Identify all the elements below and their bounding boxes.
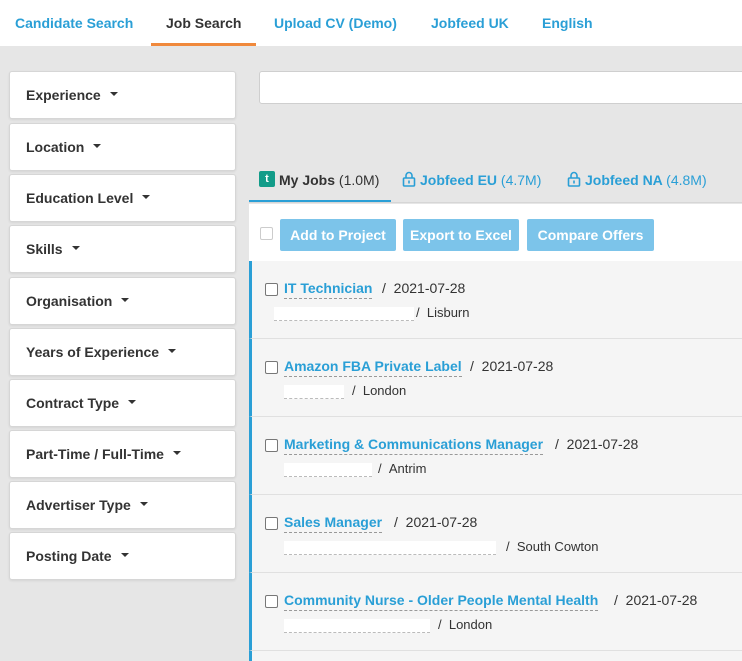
caret-down-icon [120,553,129,558]
lock-icon [402,172,416,188]
lock-icon [567,172,581,188]
filter-contract-type[interactable]: Contract Type [9,379,236,427]
compare-offers-button[interactable]: Compare Offers [527,219,654,251]
filter-posting-date[interactable]: Posting Date [9,532,236,580]
caret-down-icon [109,92,118,97]
job-title-link[interactable]: Marketing & Communications Manager [284,436,544,455]
source-count: (1.0M) [338,172,380,188]
filter-location[interactable]: Location [9,123,236,171]
tab-jobfeed-eu[interactable]: Jobfeed EU (4.7M) [402,160,541,203]
job-row: Community Nurse - Older People Mental He… [249,573,742,651]
job-checkbox[interactable] [265,517,278,530]
filter-label: Location [26,139,85,155]
caret-down-icon [172,451,181,456]
separator: / [382,280,394,296]
separator: / [555,436,567,452]
job-search-input[interactable] [259,71,742,104]
filter-label: Organisation [26,293,113,309]
separator: / [378,461,389,476]
filter-skills[interactable]: Skills [9,225,236,273]
top-navigation: Candidate Search Job Search Upload CV (D… [0,0,742,46]
separator: / [352,383,363,398]
job-checkbox[interactable] [265,439,278,452]
filter-years-of-experience[interactable]: Years of Experience [9,328,236,376]
filter-label: Advertiser Type [26,497,131,513]
source-count: (4.8M) [666,172,707,188]
job-title-link[interactable]: Amazon FBA Private Label [284,358,462,377]
tab-jobfeed-uk[interactable]: Jobfeed UK [431,0,509,46]
caret-down-icon [168,349,177,354]
tab-language-english[interactable]: English [542,0,593,46]
separator: / [394,514,406,530]
separator: / [614,592,626,608]
job-location: London [448,617,493,632]
company-name-redacted [274,307,414,321]
filter-label: Contract Type [26,395,120,411]
separator: / [438,617,449,632]
filter-label: Education Level [26,190,134,206]
filter-label: Experience [26,87,101,103]
filter-advertiser-type[interactable]: Advertiser Type [9,481,236,529]
separator: / [470,358,482,374]
caret-down-icon [121,298,130,303]
filter-education-level[interactable]: Education Level [9,174,236,222]
tab-candidate-search[interactable]: Candidate Search [15,0,133,46]
job-checkbox[interactable] [265,595,278,608]
results-panel: Add to Project Export to Excel Compare O… [249,204,742,661]
source-label: Jobfeed EU [420,172,498,188]
company-name-redacted [284,385,344,399]
t-logo-icon: t [259,171,275,188]
job-title-link[interactable]: IT Technician [284,280,373,299]
job-date: 2021-07-28 [393,280,466,296]
filter-label: Part-Time / Full-Time [26,446,164,462]
job-title-link[interactable]: Community Nurse - Older People Mental He… [284,592,599,611]
job-location: Lisburn [426,305,470,320]
job-checkbox[interactable] [265,283,278,296]
results-toolbar: Add to Project Export to Excel Compare O… [249,204,742,261]
source-label: Jobfeed NA [585,172,663,188]
caret-down-icon [128,400,137,405]
job-title-link[interactable]: Sales Manager [284,514,383,533]
job-row: Amazon FBA Private Label / 2021-07-28 / … [249,339,742,417]
company-name-redacted [284,541,496,555]
separator: / [506,539,517,554]
job-date: 2021-07-28 [405,514,478,530]
tabs-divider [249,202,742,203]
job-row-partial [249,651,742,661]
tab-jobfeed-na[interactable]: Jobfeed NA (4.8M) [567,160,707,203]
job-date: 2021-07-28 [566,436,639,452]
separator: / [416,305,427,320]
job-date: 2021-07-28 [625,592,698,608]
job-row: Marketing & Communications Manager / 202… [249,417,742,495]
source-count: (4.7M) [500,172,542,188]
caret-down-icon [71,246,80,251]
select-all-checkbox[interactable] [260,227,273,240]
source-tabs: t My Jobs (1.0M) Jobfeed EU (4.7M) Jobfee… [249,160,742,204]
job-date: 2021-07-28 [481,358,554,374]
filter-label: Skills [26,241,63,257]
filter-organisation[interactable]: Organisation [9,277,236,325]
job-location: London [362,383,407,398]
export-to-excel-button[interactable]: Export to Excel [403,219,519,251]
tab-job-search[interactable]: Job Search [151,0,257,46]
filter-label: Years of Experience [26,344,160,360]
company-name-redacted [284,463,372,477]
caret-down-icon [142,195,151,200]
job-checkbox[interactable] [265,361,278,374]
filter-experience[interactable]: Experience [9,71,236,119]
tab-my-jobs[interactable]: t My Jobs (1.0M) [249,160,391,203]
filter-label: Posting Date [26,548,112,564]
tab-upload-cv[interactable]: Upload CV (Demo) [274,0,397,46]
caret-down-icon [139,502,148,507]
filter-part-time-full-time[interactable]: Part-Time / Full-Time [9,430,236,478]
add-to-project-button[interactable]: Add to Project [280,219,396,251]
job-row: Sales Manager / 2021-07-28 / South Cowto… [249,495,742,573]
job-location: South Cowton [516,539,599,554]
caret-down-icon [93,144,102,149]
source-label: My Jobs [279,172,336,188]
company-name-redacted [284,619,430,633]
job-location: Antrim [388,461,427,476]
job-row: IT Technician / 2021-07-28 / Lisburn [249,261,742,339]
